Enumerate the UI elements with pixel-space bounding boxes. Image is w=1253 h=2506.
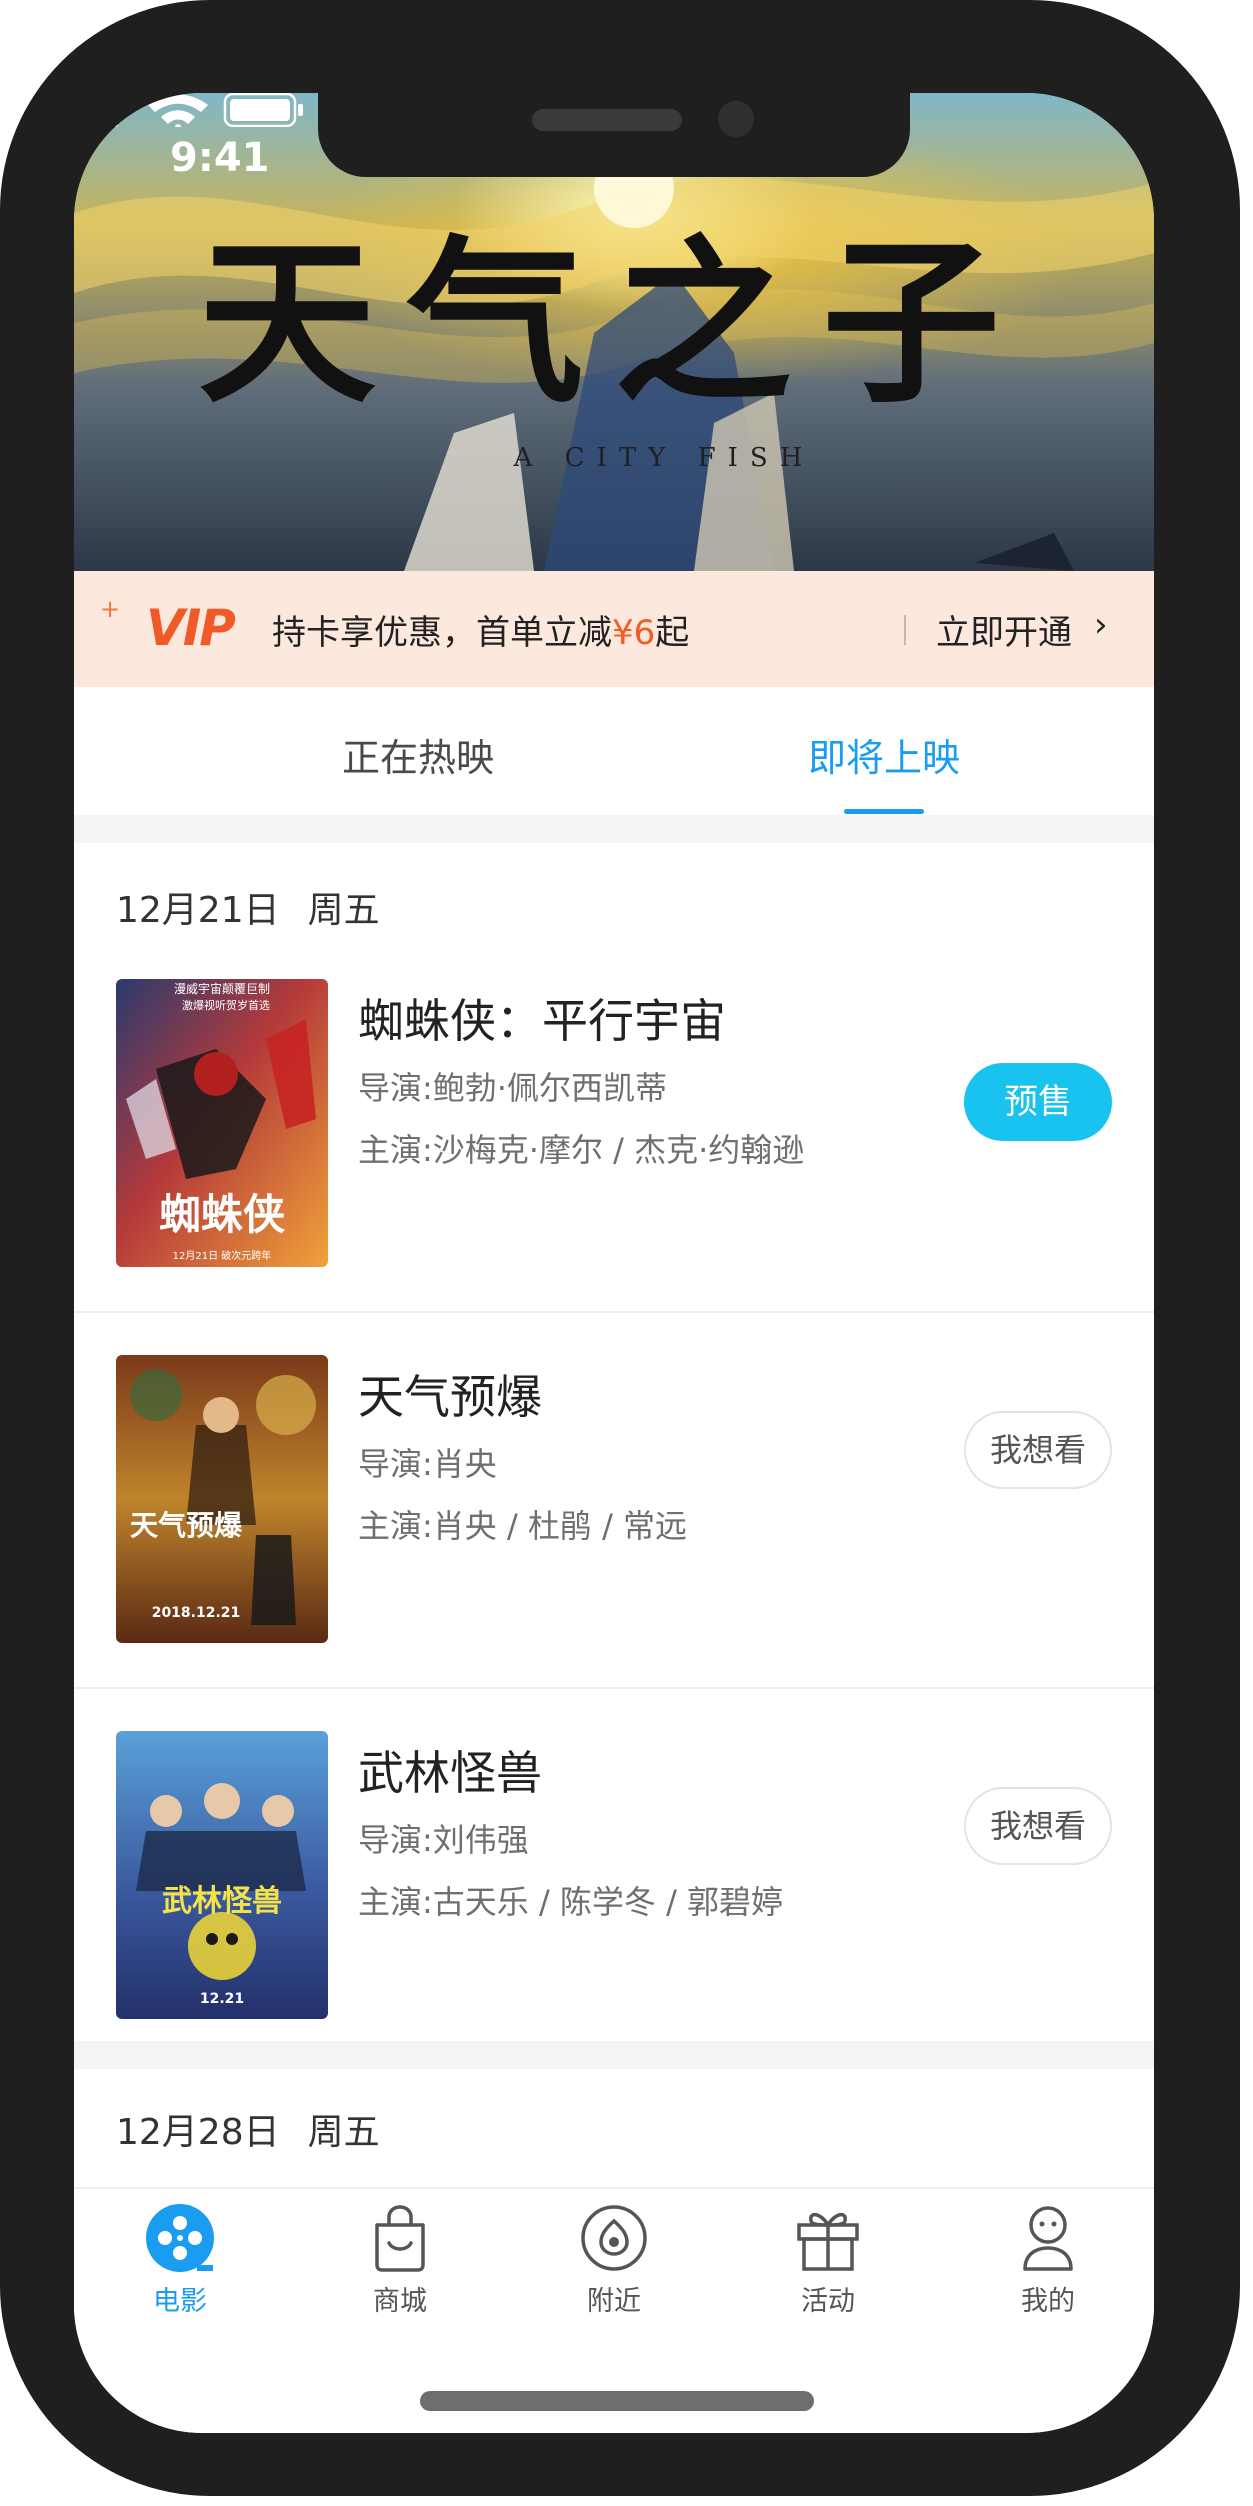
svg-text:2018.12.21: 2018.12.21 — [152, 1605, 241, 1621]
movie-actors: 主演:沙梅克·摩尔 / 杰克·约翰逊 — [358, 1131, 805, 1169]
want-to-see-button[interactable]: 我想看 — [964, 1411, 1112, 1489]
want-to-see-button[interactable]: 我想看 — [964, 1787, 1112, 1865]
active-tab-indicator — [844, 809, 924, 814]
movie-actors: 主演:肖央 / 杜鹃 / 常远 — [358, 1507, 688, 1545]
camera-notch — [318, 93, 910, 177]
movie-title[interactable]: 蜘蛛侠：平行宇宙 — [358, 985, 726, 1051]
svg-text:武林怪兽: 武林怪兽 — [162, 1884, 282, 1919]
banner-subtitle: A CITY FISH — [513, 443, 815, 473]
section-gap — [74, 815, 1154, 843]
shopping-bag-icon — [375, 2205, 425, 2272]
user-icon — [1023, 2206, 1073, 2271]
tabbar-label: 活动 — [801, 2286, 855, 2317]
vip-divider — [904, 615, 906, 645]
movie-poster[interactable]: 武林怪兽 12.21 — [116, 1731, 328, 2019]
tab-coming-soon[interactable]: 即将上映 — [734, 727, 1034, 782]
tabbar-item-nearby[interactable]: 附近 — [554, 2203, 674, 2318]
svg-text:天气预爆: 天气预爆 — [130, 1509, 243, 1542]
tabbar-label: 电影 — [153, 2286, 207, 2317]
home-indicator[interactable] — [420, 2391, 814, 2411]
svg-text:蜘蛛侠: 蜘蛛侠 — [159, 1190, 286, 1239]
movie-poster[interactable]: 漫威宇宙颠覆巨制 激爆视听贺岁首选 蜘蛛侠 12月21日 破次元跨年 — [116, 979, 328, 1267]
signal-icon — [74, 93, 118, 127]
phone-frame: 天气之子 A CITY FISH 9:41 + VIP 持卡享优惠，首单立减¥6… — [0, 0, 1240, 2496]
movie-banner[interactable]: 天气之子 A CITY FISH 9:41 — [74, 93, 1154, 571]
svg-text:漫威宇宙颠覆巨制: 漫威宇宙颠覆巨制 — [174, 981, 270, 996]
movie-title[interactable]: 天气预爆 — [358, 1361, 542, 1427]
status-icons — [74, 93, 303, 127]
wifi-icon — [148, 94, 208, 127]
vip-promo-text: 持卡享优惠，首单立减¥6起 — [272, 613, 690, 653]
tabbar-label: 商城 — [373, 2286, 427, 2317]
movie-item[interactable]: 天气预爆 2018.12.21 天气预爆 导演:肖央 主演:肖央 / 杜鹃 / … — [74, 1313, 1154, 1689]
movie-item[interactable]: 武林怪兽 12.21 武林怪兽 导演:刘伟强 主演:古天乐 / 陈学冬 / 郭碧… — [74, 1689, 1154, 2065]
section-gap — [74, 2041, 1154, 2069]
presale-button[interactable]: 预售 — [964, 1063, 1112, 1141]
movie-title[interactable]: 武林怪兽 — [358, 1737, 542, 1803]
vip-amount: ¥6 — [612, 613, 656, 653]
battery-icon — [223, 93, 303, 127]
tabbar-label: 附近 — [587, 2286, 641, 2317]
date-header: 12月28日 周五 — [116, 2112, 380, 2153]
movie-item[interactable]: 漫威宇宙颠覆巨制 激爆视听贺岁首选 蜘蛛侠 12月21日 破次元跨年 蜘蛛侠：平… — [74, 937, 1154, 1313]
gift-icon — [797, 2212, 859, 2271]
movie-director: 导演:刘伟强 — [358, 1821, 529, 1859]
status-time: 9:41 — [170, 135, 270, 181]
tabbar-item-mall[interactable]: 商城 — [340, 2203, 460, 2318]
vip-logo: VIP — [146, 599, 236, 657]
film-reel-icon — [146, 2204, 214, 2272]
svg-text:12.21: 12.21 — [200, 1991, 244, 2007]
date-header: 12月21日 周五 — [116, 890, 380, 931]
movie-actors: 主演:古天乐 / 陈学冬 / 郭碧婷 — [358, 1883, 784, 1921]
banner-title: 天气之子 — [198, 218, 1030, 427]
movie-director: 导演:鲍勃·佩尔西凯蒂 — [358, 1069, 667, 1107]
svg-text:12月21日 破次元跨年: 12月21日 破次元跨年 — [173, 1249, 272, 1262]
tabbar-label: 我的 — [1021, 2286, 1075, 2317]
plus-icon: + — [100, 595, 121, 623]
movie-tabs: 正在热映 即将上映 — [74, 687, 1154, 815]
camera-icon — [718, 101, 754, 137]
vip-promo-bar[interactable]: + VIP 持卡享优惠，首单立减¥6起 立即开通 › — [74, 571, 1154, 687]
svg-text:激爆视听贺岁首选: 激爆视听贺岁首选 — [182, 998, 270, 1012]
tabbar-item-profile[interactable]: 我的 — [988, 2203, 1108, 2318]
movie-director: 导演:肖央 — [358, 1445, 497, 1483]
tabbar-item-movie[interactable]: 电影 — [120, 2203, 240, 2318]
tab-now-showing[interactable]: 正在热映 — [268, 727, 568, 782]
speaker-icon — [532, 109, 682, 131]
app-screen: 天气之子 A CITY FISH 9:41 + VIP 持卡享优惠，首单立减¥6… — [74, 93, 1154, 2433]
movie-poster[interactable]: 天气预爆 2018.12.21 — [116, 1355, 328, 1643]
tabbar-item-activity[interactable]: 活动 — [768, 2203, 888, 2318]
vip-open-button[interactable]: 立即开通 — [936, 605, 1072, 654]
location-pin-icon — [581, 2205, 647, 2271]
chevron-right-icon[interactable]: › — [1094, 605, 1108, 645]
